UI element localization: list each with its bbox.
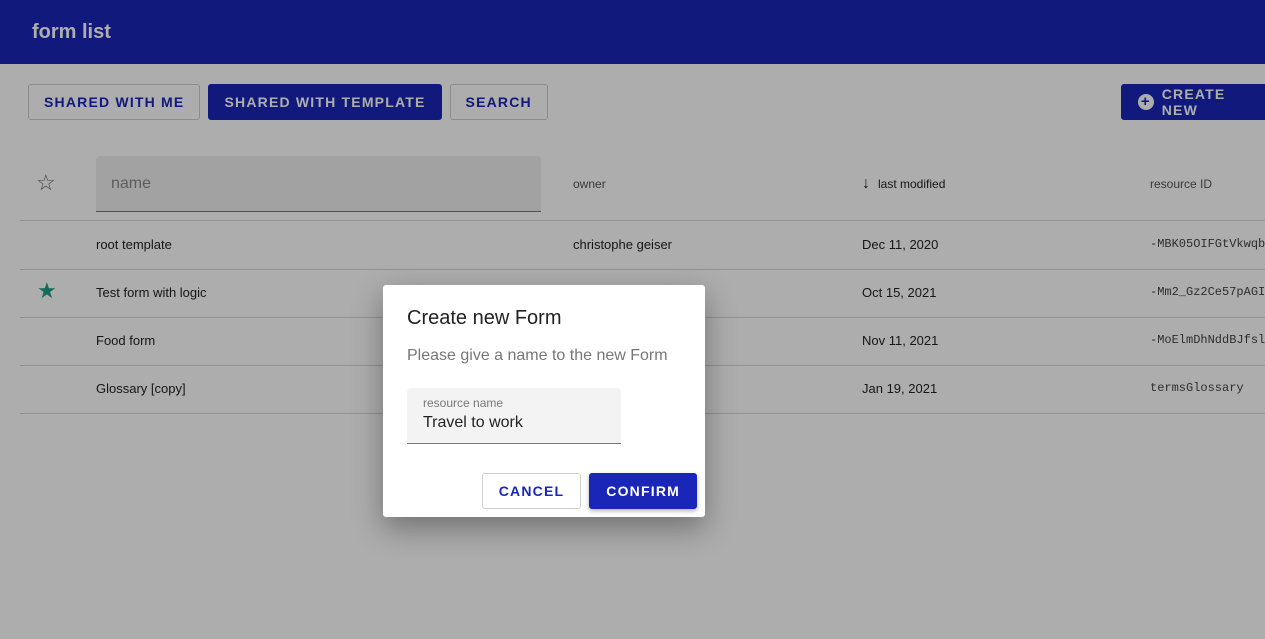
cancel-button[interactable]: CANCEL (481, 473, 582, 509)
resource-name-input[interactable] (423, 414, 608, 432)
resource-name-label: resource name (423, 396, 504, 410)
dialog-message: Please give a name to the new Form (407, 347, 668, 364)
resource-name-field[interactable]: resource name (407, 388, 621, 444)
confirm-button[interactable]: CONFIRM (589, 473, 697, 509)
dialog-actions: CANCEL CONFIRM (481, 473, 697, 509)
create-form-dialog: Create new Form Please give a name to th… (383, 285, 705, 517)
dialog-title: Create new Form (407, 307, 562, 329)
